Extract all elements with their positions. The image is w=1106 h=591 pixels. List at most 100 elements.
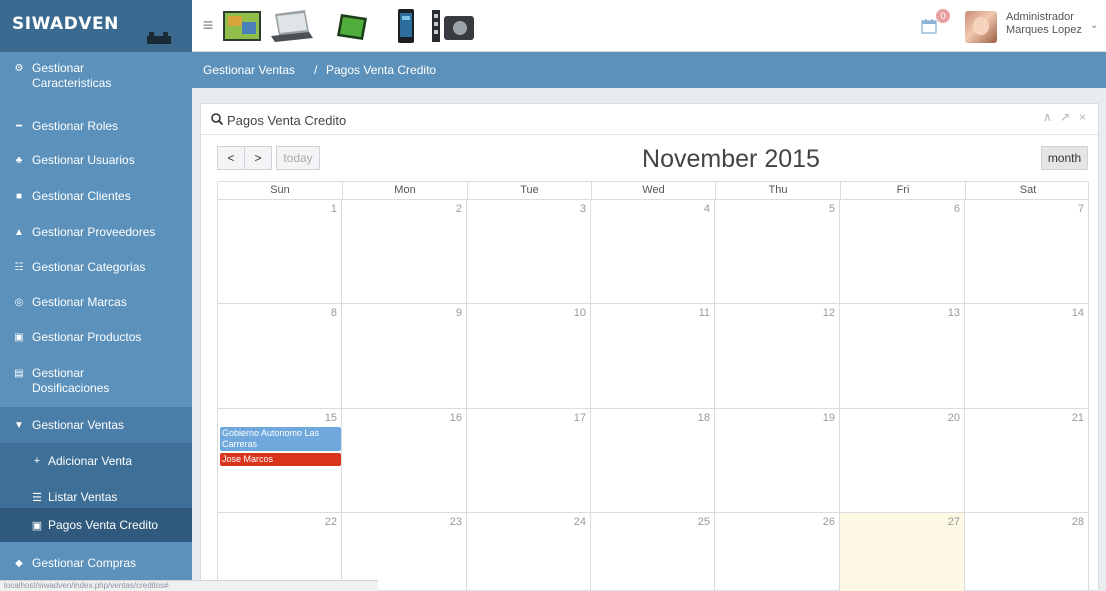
day-number[interactable]: 25 — [698, 516, 710, 528]
calendar-day-cell[interactable]: 8 — [217, 303, 341, 408]
weekday-mon: Mon — [342, 182, 467, 200]
toolbar-image-green-device[interactable] — [333, 8, 371, 44]
day-number[interactable]: 20 — [948, 412, 960, 424]
prev-month-button[interactable]: < — [217, 146, 245, 170]
day-number[interactable]: 26 — [823, 516, 835, 528]
plus-icon: + — [33, 455, 41, 467]
expand-icon[interactable]: ↗ — [1060, 110, 1070, 124]
calendar-day-cell[interactable]: 25 — [590, 512, 714, 591]
clients-icon: ■ — [15, 190, 23, 202]
calendar-day-cell[interactable]: 20 — [839, 408, 964, 512]
calendar-day-cell[interactable]: 4 — [590, 199, 714, 303]
browser-status-url: localhost/siwadven/index.php/ventas/cred… — [0, 580, 378, 591]
toolbar-image-laptop[interactable] — [269, 8, 315, 44]
sidebar-item-ventas[interactable]: ▼ Gestionar Ventas — [0, 407, 192, 443]
day-number[interactable]: 11 — [699, 307, 710, 319]
toolbar-image-camera-kit[interactable] — [430, 8, 478, 44]
brand-area[interactable]: SIWADVEN — [0, 0, 192, 52]
day-number[interactable]: 18 — [698, 412, 710, 424]
calendar-day-cell[interactable]: 26 — [714, 512, 839, 591]
next-month-button[interactable]: > — [244, 146, 272, 170]
breadcrumb-parent[interactable]: Gestionar Ventas — [203, 63, 295, 77]
weekday-thu: Thu — [715, 182, 840, 200]
collapse-icon[interactable]: ∧ — [1043, 110, 1052, 124]
day-number[interactable]: 17 — [574, 412, 586, 424]
hamburger-icon[interactable]: ≡ — [199, 15, 217, 35]
day-number[interactable]: 23 — [450, 516, 462, 528]
brand-icon: ◎ — [14, 296, 24, 308]
today-button[interactable]: today — [276, 146, 320, 170]
calendar-day-cell[interactable]: 16 — [341, 408, 466, 512]
calendar-day-cell[interactable]: 2 — [341, 199, 466, 303]
sidebar-subitem-pagos-venta-credito[interactable]: ▣ Pagos Venta Credito — [0, 508, 192, 542]
day-number[interactable]: 8 — [331, 307, 337, 319]
calendar-day-cell[interactable]: 3 — [466, 199, 590, 303]
calendar-day-cell[interactable]: 21 — [964, 408, 1089, 512]
calendar-day-cell[interactable]: 7 — [964, 199, 1089, 303]
notification-badge[interactable]: 0 — [936, 9, 950, 23]
day-number[interactable]: 22 — [325, 516, 337, 528]
toolbar-image-phone[interactable] — [395, 8, 417, 44]
day-number[interactable]: 24 — [574, 516, 586, 528]
calendar-day-cell[interactable]: 5 — [714, 199, 839, 303]
day-number[interactable]: 9 — [456, 307, 462, 319]
avatar[interactable] — [965, 11, 997, 43]
roles-icon: ━ — [15, 120, 23, 132]
calendar-day-cell[interactable]: 15 Gobierno Autonomo Las Carreras Jose Mar… — [217, 408, 341, 512]
calendar-day-cell[interactable]: 10 — [466, 303, 590, 408]
sidebar-subitem-label: Listar Ventas — [48, 490, 118, 504]
chevron-down-icon[interactable]: ⌄ — [1090, 20, 1098, 31]
sidebar-item-roles[interactable]: ━ Gestionar Roles — [0, 108, 192, 144]
sidebar-item-productos[interactable]: ▣ Gestionar Productos — [0, 319, 192, 355]
day-number[interactable]: 10 — [574, 307, 586, 319]
sidebar-item-marcas[interactable]: ◎ Gestionar Marcas — [0, 284, 192, 320]
calendar-day-cell[interactable]: 24 — [466, 512, 590, 591]
sidebar-item-caracteristicas[interactable]: ⚙ Gestionar Caracteristicas — [0, 52, 192, 90]
calendar-day-cell[interactable]: 11 — [590, 303, 714, 408]
user-role[interactable]: Administrador — [1006, 11, 1074, 23]
day-number[interactable]: 27 — [948, 516, 960, 528]
sidebar-item-clientes[interactable]: ■ Gestionar Clientes — [0, 178, 192, 214]
day-number[interactable]: 2 — [456, 203, 462, 215]
sidebar-item-proveedores[interactable]: ▲ Gestionar Proveedores — [0, 214, 192, 250]
month-view-button[interactable]: month — [1041, 146, 1088, 170]
day-number[interactable]: 4 — [704, 203, 710, 215]
user-name[interactable]: Marques Lopez — [1006, 24, 1082, 36]
sidebar-item-compras[interactable]: ◆ Gestionar Compras — [0, 545, 192, 581]
day-number[interactable]: 12 — [823, 307, 835, 319]
sidebar-item-dosificaciones[interactable]: ▤ Gestionar Dosificaciones — [0, 357, 192, 405]
day-number[interactable]: 28 — [1072, 516, 1084, 528]
day-number[interactable]: 19 — [823, 412, 835, 424]
calendar-day-cell[interactable]: 9 — [341, 303, 466, 408]
calendar-day-cell[interactable]: 14 — [964, 303, 1089, 408]
day-number[interactable]: 14 — [1072, 307, 1084, 319]
calendar-day-cell[interactable]: 18 — [590, 408, 714, 512]
calendar-day-cell[interactable]: 27 — [839, 512, 964, 591]
day-number[interactable]: 16 — [450, 412, 462, 424]
dosage-icon: ▤ — [14, 368, 24, 379]
calendar-day-cell[interactable]: 17 — [466, 408, 590, 512]
day-number[interactable]: 21 — [1072, 412, 1084, 424]
calendar-event[interactable]: Jose Marcos — [220, 453, 341, 466]
calendar-day-cell[interactable]: 28 — [964, 512, 1089, 591]
day-number[interactable]: 13 — [948, 307, 960, 319]
day-number[interactable]: 3 — [580, 203, 586, 215]
toolbar-image-monitor[interactable] — [222, 8, 262, 44]
calendar-day-cell[interactable]: 6 — [839, 199, 964, 303]
day-number[interactable]: 1 — [331, 203, 337, 215]
day-number[interactable]: 5 — [829, 203, 835, 215]
sidebar-item-usuarios[interactable]: ♣ Gestionar Usuarios — [0, 142, 192, 178]
close-icon[interactable]: × — [1079, 110, 1086, 124]
sidebar-item-categorias[interactable]: ☷ Gestionar Categorias — [0, 249, 192, 285]
calendar-day-cell[interactable]: 1 — [217, 199, 341, 303]
calendar-day-cell[interactable]: 19 — [714, 408, 839, 512]
day-number[interactable]: 7 — [1078, 203, 1084, 215]
calendar-day-cell[interactable]: 12 — [714, 303, 839, 408]
calendar-day-cell[interactable]: 13 — [839, 303, 964, 408]
sidebar-subitem-adicionar-venta[interactable]: + Adicionar Venta — [0, 443, 192, 479]
day-number[interactable]: 15 — [325, 412, 337, 424]
day-number[interactable]: 6 — [954, 203, 960, 215]
calendar-title: November 2015 — [642, 145, 820, 173]
calendar-event[interactable]: Gobierno Autonomo Las Carreras — [220, 427, 341, 451]
calendar-icon[interactable] — [921, 18, 937, 34]
